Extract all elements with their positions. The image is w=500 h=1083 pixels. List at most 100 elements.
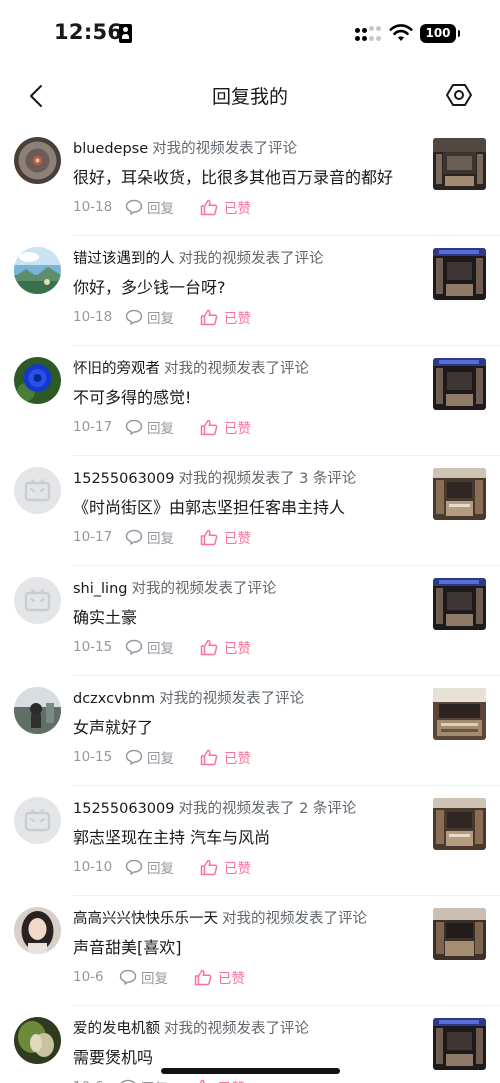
reply-meta: 10-17 回复 已赞 [73, 417, 251, 437]
comment-text[interactable]: 确实土豪 [73, 604, 423, 628]
reply-button[interactable]: 回复 [125, 197, 174, 217]
comment-text[interactable]: 声音甜美[喜欢] [73, 934, 423, 958]
video-thumbnail[interactable] [433, 578, 486, 630]
reply-header: 错过该遇到的人 对我的视频发表了评论 [73, 247, 423, 268]
focus-person-icon [119, 24, 132, 43]
nav-bar: 回复我的 [0, 66, 500, 126]
landscape-avatar[interactable] [14, 247, 61, 294]
reply-date: 10-15 [73, 749, 113, 765]
reply-button[interactable]: 回复 [125, 747, 174, 767]
username[interactable]: 15255063009 [73, 471, 174, 487]
video-thumbnail[interactable] [433, 468, 486, 520]
thumbs-up-icon [199, 1079, 205, 1083]
reply-meta: 10-17 回复 已赞 [73, 527, 251, 547]
speaker-avatar[interactable] [14, 137, 61, 184]
video-thumbnail[interactable] [433, 1018, 486, 1070]
username[interactable]: 怀旧的旁观者 [73, 361, 160, 377]
screen: 12:56 100 回复我的 bluedepse 对我的视频发表了评论 很好，耳… [0, 0, 500, 1083]
username[interactable]: shi_ling [73, 581, 127, 597]
liked-button[interactable]: 已赞 [200, 857, 251, 877]
blue-rose-avatar[interactable] [14, 357, 61, 404]
action-text: 对我的视频发表了评论 [222, 911, 367, 927]
reply-meta: 10-15 回复 已赞 [73, 747, 251, 767]
comment-text[interactable]: 你好，多少钱一台呀? [73, 274, 423, 298]
comment-text[interactable]: 女声就好了 [73, 714, 423, 738]
liked-button[interactable]: 已赞 [200, 307, 251, 327]
comment-text[interactable]: 需要煲机吗 [73, 1044, 423, 1068]
battery-icon: 100 [420, 24, 460, 43]
username[interactable]: dczxcvbnm [73, 691, 155, 707]
thumbs-up-icon [200, 419, 218, 435]
username[interactable]: 高高兴兴快快乐乐一天 [73, 911, 218, 927]
reply-header: 爱的发电机额 对我的视频发表了评论 [73, 1017, 423, 1038]
video-thumbnail[interactable] [433, 688, 486, 740]
thumbs-up-icon [200, 199, 218, 215]
liked-button[interactable]: 已赞 [194, 967, 245, 987]
liked-button[interactable]: 已赞 [200, 747, 251, 767]
reply-header: 高高兴兴快快乐乐一天 对我的视频发表了评论 [73, 907, 423, 928]
reply-header: 15255063009 对我的视频发表了 3 条评论 [73, 467, 423, 488]
reply-header: 15255063009 对我的视频发表了 2 条评论 [73, 797, 423, 818]
video-thumbnail[interactable] [433, 908, 486, 960]
reply-item[interactable]: shi_ling 对我的视频发表了评论 确实土豪 10-15 回复 已赞 [0, 566, 500, 676]
reply-item[interactable]: dczxcvbnm 对我的视频发表了评论 女声就好了 10-15 回复 已赞 [0, 676, 500, 786]
video-thumbnail[interactable] [433, 138, 486, 190]
thumbs-up-icon [200, 639, 218, 655]
comment-text[interactable]: 《时尚街区》由郭志坚担任客串主持人 [73, 494, 423, 518]
username[interactable]: 15255063009 [73, 801, 174, 817]
home-indicator[interactable] [161, 1068, 340, 1074]
reply-item[interactable]: 怀旧的旁观者 对我的视频发表了评论 不可多得的感觉! 10-17 回复 已赞 [0, 346, 500, 456]
reply-item[interactable]: bluedepse 对我的视频发表了评论 很好，耳朵收货，比很多其他百万录音的都好… [0, 126, 500, 236]
reply-button[interactable]: 回复 [119, 967, 168, 987]
reply-item[interactable]: 15255063009 对我的视频发表了 2 条评论 郭志坚现在主持 汽车与风尚 … [0, 786, 500, 896]
reply-meta: 10-18 回复 已赞 [73, 197, 251, 217]
reply-button[interactable]: 回复 [125, 527, 174, 547]
liked-button[interactable]: 已赞 [200, 417, 251, 437]
action-text: 对我的视频发表了 2 条评论 [178, 801, 357, 817]
reply-header: dczxcvbnm 对我的视频发表了评论 [73, 687, 423, 708]
liked-button[interactable]: 已赞 [200, 637, 251, 657]
default-tv-avatar[interactable] [14, 797, 61, 844]
reply-meta: 10-6 回复 已赞 [73, 967, 245, 987]
reply-date: 10-6 [73, 969, 104, 985]
comment-text[interactable]: 很好，耳朵收货，比很多其他百万录音的都好 [73, 164, 423, 188]
video-thumbnail[interactable] [433, 358, 486, 410]
action-text: 对我的视频发表了评论 [152, 141, 298, 157]
reply-button[interactable]: 回复 [125, 857, 174, 877]
thumbs-up-icon [200, 309, 218, 325]
reply-button[interactable]: 回复 [125, 417, 174, 437]
reply-header: shi_ling 对我的视频发表了评论 [73, 577, 423, 598]
reply-button[interactable]: 回复 [125, 637, 174, 657]
reply-button[interactable]: 回复 [125, 307, 174, 327]
reply-item[interactable]: 错过该遇到的人 对我的视频发表了评论 你好，多少钱一台呀? 10-18 回复 已赞 [0, 236, 500, 346]
action-text: 对我的视频发表了评论 [164, 361, 309, 377]
reply-header: 怀旧的旁观者 对我的视频发表了评论 [73, 357, 423, 378]
green-blur-avatar[interactable] [14, 1017, 61, 1064]
portrait-avatar[interactable] [14, 907, 61, 954]
username[interactable]: bluedepse [73, 141, 148, 157]
video-thumbnail[interactable] [433, 248, 486, 300]
comment-bubble-icon [125, 639, 143, 655]
username[interactable]: 错过该遇到的人 [73, 251, 175, 267]
reply-item[interactable]: 15255063009 对我的视频发表了 3 条评论 《时尚街区》由郭志坚担任客串… [0, 456, 500, 566]
liked-button[interactable]: 已赞 [200, 197, 251, 217]
comment-text[interactable]: 不可多得的感觉! [73, 384, 423, 408]
video-thumbnail[interactable] [433, 798, 486, 850]
reply-date: 10-18 [73, 199, 113, 215]
scene-avatar[interactable] [14, 687, 61, 734]
comment-text[interactable]: 郭志坚现在主持 汽车与风尚 [73, 824, 423, 848]
username[interactable]: 爱的发电机额 [73, 1021, 160, 1037]
default-tv-avatar[interactable] [14, 577, 61, 624]
action-text: 对我的视频发表了评论 [164, 1021, 309, 1037]
settings-hexagon-icon[interactable] [444, 80, 474, 110]
reply-item[interactable]: 高高兴兴快快乐乐一天 对我的视频发表了评论 声音甜美[喜欢] 10-6 回复 已赞 [0, 896, 500, 1006]
liked-button[interactable]: 已赞 [200, 527, 251, 547]
reply-date: 10-17 [73, 419, 113, 435]
reply-header: bluedepse 对我的视频发表了评论 [73, 137, 423, 158]
thumbs-up-icon [200, 859, 218, 875]
action-text: 对我的视频发表了评论 [178, 251, 324, 267]
comment-bubble-icon [125, 419, 143, 435]
liked-button[interactable]: 已赞 [194, 1077, 245, 1083]
default-tv-avatar[interactable] [14, 467, 61, 514]
reply-button[interactable]: 回复 [119, 1077, 168, 1083]
